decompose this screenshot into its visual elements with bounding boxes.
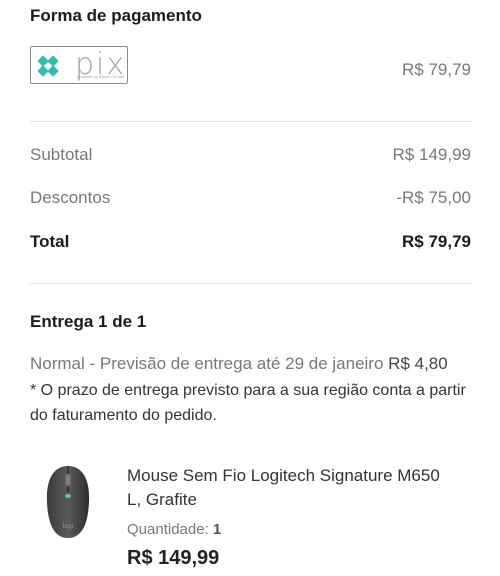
pix-icon	[37, 55, 59, 77]
svg-text:logi: logi	[63, 523, 74, 530]
mouse-icon: logi	[46, 466, 90, 538]
delivery-section-title: Entrega 1 de 1	[30, 312, 147, 331]
discount-value: -R$ 75,00	[396, 188, 471, 207]
product-quantity: Quantidade: 1	[127, 521, 221, 538]
delivery-note: * O prazo de entrega previsto para a sua…	[30, 382, 466, 424]
quantity-label: Quantidade:	[127, 521, 209, 538]
discount-label: Descontos	[30, 188, 111, 207]
quantity-value: 1	[212, 521, 222, 538]
delivery-price: R$ 4,80	[388, 354, 448, 373]
product-price: R$ 149,99	[127, 547, 220, 569]
subtotal-value: R$ 149,99	[392, 145, 471, 164]
total-label: Total	[30, 232, 70, 251]
payment-amount: R$ 79,79	[402, 60, 471, 79]
pix-subtitle: powered by Banco Central	[77, 74, 125, 79]
mouse-image: logi	[40, 462, 96, 542]
product-name[interactable]: Mouse Sem Fio Logitech Signature M650 L,…	[127, 464, 457, 512]
pix-logo: pix powered by Banco Central	[30, 46, 128, 84]
payment-section-title: Forma de pagamento	[30, 6, 202, 25]
delivery-method-text: Normal - Previsão de entrega até 29 de j…	[30, 354, 384, 373]
divider	[30, 283, 472, 284]
subtotal-label: Subtotal	[30, 145, 93, 164]
delivery-method: Normal - Previsão de entrega até 29 de j…	[30, 354, 448, 374]
divider	[30, 121, 472, 122]
total-value: R$ 79,79	[402, 232, 471, 251]
